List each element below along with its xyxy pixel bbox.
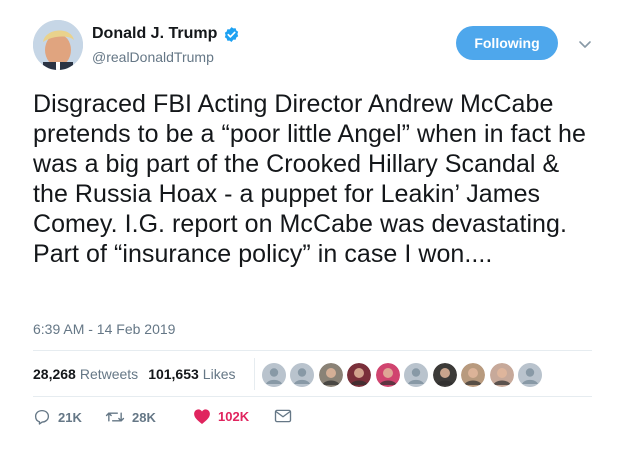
reply-icon — [34, 409, 50, 425]
divider — [33, 350, 592, 351]
chevron-down-icon[interactable] — [578, 37, 592, 48]
retweet-count-stat[interactable]: 28,268 Retweets — [33, 366, 138, 382]
author-name[interactable]: Donald J. Trump — [92, 25, 240, 43]
envelope-icon — [274, 409, 292, 423]
tweet-actions: 21K 28K 102K — [33, 408, 593, 434]
verified-badge-icon — [223, 26, 240, 43]
engagement-stats: 28,268 Retweets 101,653 Likes — [33, 366, 245, 382]
author-handle[interactable]: @realDonaldTrump — [92, 49, 214, 65]
liker-avatar[interactable] — [346, 362, 372, 388]
liker-avatar[interactable] — [289, 362, 315, 388]
liker-avatars — [258, 362, 543, 388]
retweet-icon — [105, 412, 125, 422]
reply-button[interactable]: 21K — [33, 408, 82, 426]
like-count-stat[interactable]: 101,653 Likes — [148, 366, 235, 382]
like-button[interactable]: 102K — [193, 408, 249, 425]
retweet-button[interactable]: 28K — [105, 408, 156, 426]
like-action-count: 102K — [218, 409, 250, 424]
divider — [33, 396, 592, 397]
liker-avatar[interactable] — [403, 362, 429, 388]
tweet-timestamp[interactable]: 6:39 AM - 14 Feb 2019 — [33, 321, 175, 337]
direct-message-button[interactable] — [274, 408, 299, 424]
author-name-text[interactable]: Donald J. Trump — [92, 25, 217, 43]
tweet-card: Donald J. Trump @realDonaldTrump Followi… — [0, 0, 625, 457]
liker-avatar[interactable] — [488, 362, 515, 388]
liker-avatar[interactable] — [374, 362, 401, 388]
stats-separator — [254, 358, 255, 390]
following-button[interactable]: Following — [456, 26, 558, 60]
like-count-label: Likes — [202, 366, 236, 382]
liker-avatar[interactable] — [317, 362, 344, 388]
liker-avatar[interactable] — [460, 362, 486, 388]
author-avatar[interactable] — [33, 20, 83, 70]
tweet-text: Disgraced FBI Acting Director Andrew McC… — [33, 90, 586, 268]
heart-icon — [194, 409, 210, 424]
liker-avatar[interactable] — [260, 362, 287, 388]
liker-avatar[interactable] — [517, 362, 543, 388]
retweet-count-label: Retweets — [79, 366, 139, 382]
liker-avatar[interactable] — [431, 362, 458, 388]
reply-count: 21K — [58, 409, 82, 425]
retweet-action-count: 28K — [132, 409, 156, 425]
like-count: 101,653 — [148, 366, 199, 382]
retweet-count: 28,268 — [33, 366, 76, 382]
